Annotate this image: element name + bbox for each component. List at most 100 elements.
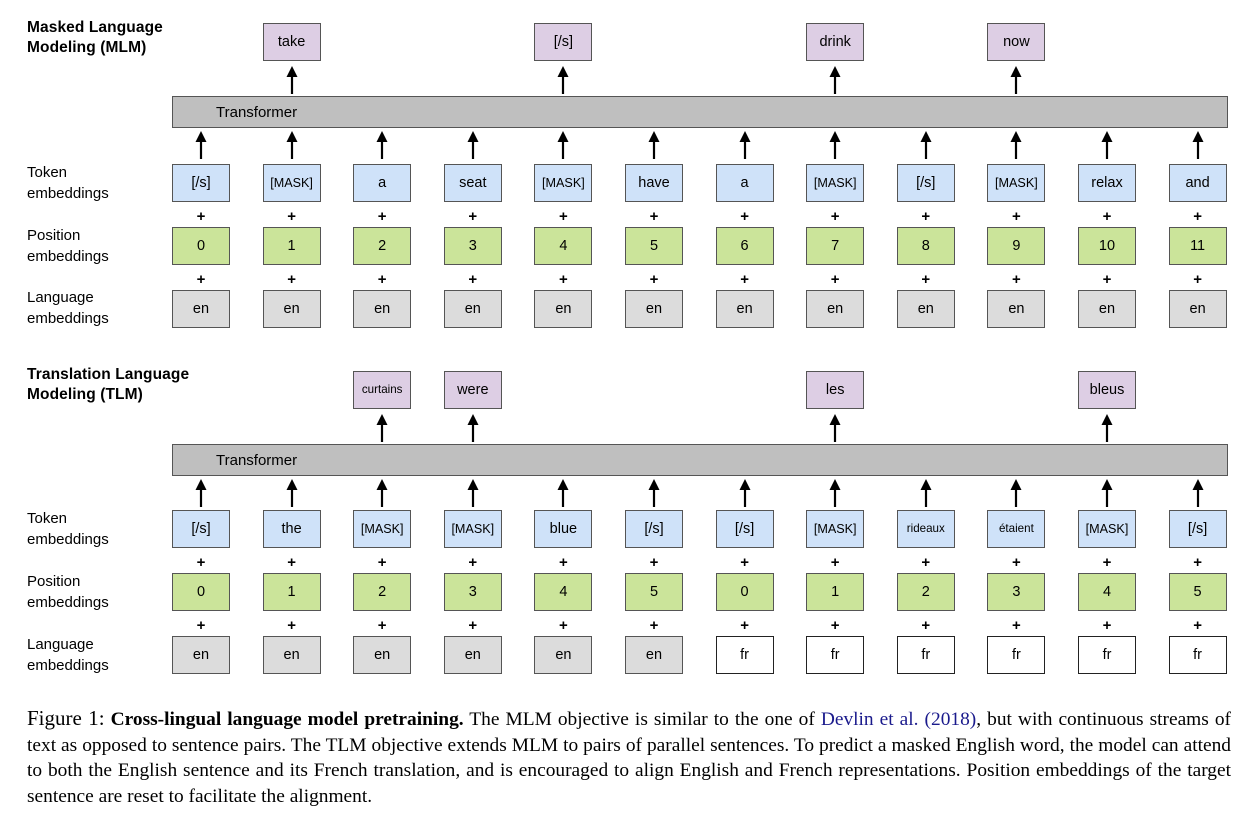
tlm-language-box: en bbox=[534, 636, 593, 674]
mlm-input-arrow bbox=[646, 131, 662, 159]
tlm-input-arrow bbox=[284, 479, 300, 507]
mlm-plus: + bbox=[740, 208, 749, 225]
tlm-plus: + bbox=[830, 554, 840, 571]
mlm-plus: + bbox=[921, 271, 931, 288]
mlm-plus: + bbox=[830, 271, 840, 288]
tlm-plus: + bbox=[649, 554, 659, 571]
mlm-input-arrow bbox=[284, 131, 300, 159]
mlm-position-box: 2 bbox=[353, 227, 412, 265]
mlm-token-box: a bbox=[353, 164, 412, 202]
tlm-position-box: 0 bbox=[172, 573, 230, 611]
mlm-token-box: have bbox=[625, 164, 683, 202]
tlm-position-box: 4 bbox=[534, 573, 593, 611]
mlm-input-arrow bbox=[193, 131, 209, 159]
mlm-output-arrow bbox=[827, 66, 843, 94]
tlm-position-box: 2 bbox=[896, 573, 955, 611]
mlm-plus: + bbox=[468, 208, 478, 225]
mlm-output-arrow bbox=[1008, 66, 1024, 94]
tlm-position-box: 1 bbox=[806, 573, 865, 611]
mlm-plus: + bbox=[649, 271, 659, 288]
tlm-output-box: curtains bbox=[353, 371, 412, 409]
tlm-plus: + bbox=[1012, 617, 1021, 634]
mlm-plus: + bbox=[830, 208, 840, 225]
tlm-token-box: [MASK] bbox=[1078, 510, 1136, 548]
tlm-plus: + bbox=[377, 617, 387, 634]
tlm-token-box: étaient bbox=[987, 510, 1046, 548]
mlm-position-box: 6 bbox=[715, 227, 774, 265]
tlm-plus: + bbox=[559, 617, 568, 634]
tlm-input-arrow bbox=[1008, 479, 1024, 507]
mlm-position-box: 1 bbox=[262, 227, 321, 265]
tlm-plus: + bbox=[196, 554, 206, 571]
mlm-input-arrow bbox=[1008, 131, 1024, 159]
mlm-input-arrow bbox=[1099, 131, 1115, 159]
mlm-plus: + bbox=[649, 208, 659, 225]
tlm-output-box: bleus bbox=[1078, 371, 1136, 409]
mlm-plus: + bbox=[559, 208, 568, 225]
mlm-input-arrow bbox=[1190, 131, 1206, 159]
tlm-position-box: 3 bbox=[987, 573, 1046, 611]
mlm-plus: + bbox=[1193, 208, 1202, 225]
mlm-output-box: now bbox=[987, 23, 1046, 61]
mlm-plus: + bbox=[468, 271, 478, 288]
mlm-plus: + bbox=[921, 208, 931, 225]
tlm-output-box: were bbox=[443, 371, 502, 409]
mlm-section-title: Masked Language Modeling (MLM) bbox=[27, 19, 163, 56]
tlm-plus: + bbox=[287, 617, 296, 634]
tlm-input-arrow bbox=[827, 479, 843, 507]
mlm-token-box: [MASK] bbox=[987, 164, 1046, 202]
tlm-plus: + bbox=[1102, 617, 1112, 634]
caption-intro: The MLM objective is similar to the one … bbox=[463, 709, 821, 730]
tlm-position-row-label: Position embeddings bbox=[27, 573, 109, 611]
mlm-token-box: a bbox=[715, 164, 774, 202]
mlm-input-arrow bbox=[465, 131, 481, 159]
mlm-language-box: en bbox=[172, 290, 230, 328]
mlm-transformer-bar: Transformer bbox=[172, 96, 1228, 128]
mlm-input-arrow bbox=[374, 131, 390, 159]
mlm-plus: + bbox=[1012, 208, 1021, 225]
tlm-token-box: [MASK] bbox=[353, 510, 412, 548]
mlm-token-box: relax bbox=[1078, 164, 1136, 202]
mlm-output-box: [/s] bbox=[534, 23, 593, 61]
mlm-position-box: 8 bbox=[896, 227, 955, 265]
mlm-language-box: en bbox=[1078, 290, 1136, 328]
tlm-plus: + bbox=[468, 554, 478, 571]
tlm-language-box: fr bbox=[715, 636, 774, 674]
mlm-output-arrow bbox=[555, 66, 571, 94]
tlm-language-box: en bbox=[353, 636, 412, 674]
tlm-plus: + bbox=[1193, 554, 1202, 571]
tlm-plus: + bbox=[921, 617, 931, 634]
tlm-plus: + bbox=[468, 617, 478, 634]
tlm-input-arrow bbox=[737, 479, 753, 507]
mlm-language-box: en bbox=[443, 290, 502, 328]
tlm-position-box: 5 bbox=[1168, 573, 1227, 611]
mlm-output-arrow bbox=[284, 66, 300, 94]
tlm-language-box: en bbox=[172, 636, 230, 674]
citation-link[interactable]: Devlin et al. (2018) bbox=[821, 709, 976, 730]
mlm-language-box: en bbox=[262, 290, 321, 328]
mlm-input-arrow bbox=[918, 131, 934, 159]
tlm-input-arrow bbox=[918, 479, 934, 507]
tlm-position-box: 5 bbox=[625, 573, 683, 611]
mlm-position-box: 11 bbox=[1168, 227, 1227, 265]
tlm-output-arrow bbox=[827, 414, 843, 442]
tlm-input-arrow bbox=[1190, 479, 1206, 507]
mlm-input-arrow bbox=[555, 131, 571, 159]
tlm-plus: + bbox=[1012, 554, 1021, 571]
tlm-token-box: the bbox=[262, 510, 321, 548]
mlm-token-box: and bbox=[1168, 164, 1227, 202]
figure-label: Figure 1: bbox=[27, 706, 105, 730]
tlm-token-box: [/s] bbox=[172, 510, 230, 548]
mlm-position-box: 7 bbox=[806, 227, 865, 265]
mlm-token-box: [MASK] bbox=[534, 164, 593, 202]
mlm-plus: + bbox=[196, 208, 206, 225]
tlm-plus: + bbox=[649, 617, 659, 634]
mlm-position-row-label: Position embeddings bbox=[27, 227, 109, 265]
mlm-language-box: en bbox=[625, 290, 683, 328]
tlm-token-box: rideaux bbox=[896, 510, 955, 548]
mlm-language-row-label: Language embeddings bbox=[27, 289, 109, 327]
tlm-plus: + bbox=[377, 554, 387, 571]
tlm-token-box: [/s] bbox=[625, 510, 683, 548]
tlm-language-box: fr bbox=[1168, 636, 1227, 674]
mlm-position-box: 5 bbox=[625, 227, 683, 265]
